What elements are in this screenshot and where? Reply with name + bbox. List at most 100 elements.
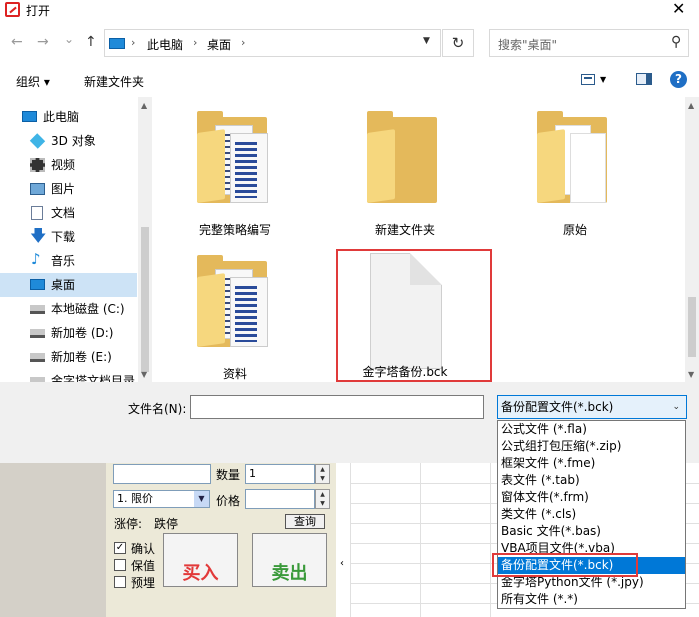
filename-label: 文件名(N):: [128, 402, 187, 416]
preview-pane-icon[interactable]: [636, 73, 652, 85]
filetype-option[interactable]: 公式文件 (*.fla): [498, 421, 685, 438]
sidebar-label: 金字塔文档目录: [51, 374, 136, 382]
sidebar-item-pictures[interactable]: 图片: [0, 177, 137, 201]
filetype-selected-value: 备份配置文件(*.bck): [501, 400, 614, 414]
sell-button[interactable]: 卖出: [252, 533, 327, 587]
sidebar-item-drive-d[interactable]: 新加卷 (D:): [0, 321, 137, 345]
address-bar[interactable]: › 此电脑 › 桌面 › ▼: [104, 29, 441, 57]
sidebar-scrollbar[interactable]: ▲ ▼: [138, 97, 152, 382]
grid-line: [490, 463, 491, 617]
chevron-down-icon[interactable]: ▼: [423, 36, 430, 46]
app-icon: [5, 2, 20, 17]
filetype-option[interactable]: 表文件 (*.tab): [498, 472, 685, 489]
close-icon[interactable]: ✕: [672, 0, 685, 18]
sidebar-item-drive-e[interactable]: 新加卷 (E:): [0, 345, 137, 369]
filetype-option[interactable]: Basic 文件(*.bas): [498, 523, 685, 540]
preorder-label: 预埋: [131, 576, 156, 590]
forward-arrow-icon[interactable]: →: [37, 34, 49, 50]
chevron-down-icon[interactable]: ▼: [600, 75, 606, 84]
file-name: 资料: [222, 367, 247, 381]
sidebar-label: 本地磁盘 (C:): [51, 302, 125, 316]
recent-locations-icon[interactable]: ⌄: [64, 32, 74, 46]
window-title: 打开: [26, 4, 51, 18]
file-name: 原始: [562, 223, 587, 237]
sidebar-label: 新加卷 (D:): [51, 326, 114, 340]
filetype-option[interactable]: 框架文件 (*.fme): [498, 455, 685, 472]
filetype-option[interactable]: 类文件 (*.cls): [498, 506, 685, 523]
scroll-thumb[interactable]: [688, 297, 696, 357]
chevron-down-icon: ⌄: [672, 402, 680, 412]
hedge-checkbox[interactable]: [114, 559, 126, 571]
folder-item[interactable]: 原始: [492, 97, 658, 237]
symbol-field[interactable]: [113, 464, 211, 484]
breadcrumb-desktop[interactable]: 桌面: [207, 36, 231, 53]
cube-icon: [29, 133, 46, 149]
price-spinner[interactable]: ▲ ▼: [315, 489, 330, 509]
sidebar-label: 文档: [51, 206, 76, 220]
left-strip: [0, 463, 106, 617]
filetype-option[interactable]: 所有文件 (*.*): [498, 591, 685, 608]
quantity-spinner[interactable]: ▲ ▼: [315, 464, 330, 484]
collapse-arrow-icon[interactable]: ‹: [340, 558, 344, 569]
sidebar-item-downloads[interactable]: 🡇 下载: [0, 225, 137, 249]
refresh-button[interactable]: ↻: [442, 29, 474, 57]
order-type-select[interactable]: 1. 限价 ▼: [113, 490, 210, 508]
up-arrow-icon[interactable]: ↑: [85, 34, 97, 50]
organize-button[interactable]: 组织 ▾: [16, 73, 50, 90]
query-button[interactable]: 查询: [285, 514, 325, 529]
scroll-up-icon[interactable]: ▲: [688, 101, 694, 110]
back-arrow-icon[interactable]: ←: [11, 34, 23, 50]
file-list-scrollbar[interactable]: ▲ ▼: [685, 97, 699, 382]
screen: 数量 1 ▲ ▼ 1. 限价 ▼ 价格 ▲ ▼ 涨停: 跌停 查询 ✓ 确认 保值 预…: [0, 0, 699, 617]
preorder-checkbox[interactable]: [114, 576, 126, 588]
limit-down-label: 跌停: [154, 517, 179, 531]
sidebar-item-desktop[interactable]: 桌面: [0, 273, 137, 297]
sidebar-label: 音乐: [51, 254, 76, 268]
scroll-thumb[interactable]: [141, 227, 149, 372]
sidebar-item-videos[interactable]: 视频: [0, 153, 137, 177]
breadcrumb-separator: ›: [131, 36, 136, 49]
search-input[interactable]: 搜索"桌面" ⚲: [489, 29, 689, 57]
file-name: 完整策略编写: [198, 223, 271, 237]
help-icon[interactable]: ?: [670, 71, 687, 88]
drive-icon: [30, 353, 45, 362]
new-folder-button[interactable]: 新建文件夹: [84, 73, 144, 90]
limit-up-label: 涨停:: [114, 517, 143, 531]
confirm-checkbox[interactable]: ✓: [114, 542, 126, 554]
grid-line: [350, 463, 351, 617]
sidebar-item-pyramid-docs[interactable]: 金字塔文档目录: [0, 369, 137, 382]
filetype-option[interactable]: 窗体文件(*.frm): [498, 489, 685, 506]
title-bar: 打开 ✕: [0, 0, 699, 22]
sidebar-label: 此电脑: [43, 110, 80, 124]
folder-item[interactable]: 完整策略编写: [152, 97, 318, 237]
view-options-icon[interactable]: [581, 74, 595, 85]
grid-line: [420, 463, 421, 617]
picture-icon: [30, 183, 45, 195]
pc-icon: [22, 111, 37, 122]
price-input[interactable]: [245, 489, 315, 509]
breadcrumb-this-pc[interactable]: 此电脑: [147, 36, 183, 53]
open-file-dialog: 打开 ✕ ← → ⌄ ↑ › 此电脑 › 桌面 › ▼ ↻ 搜索"桌面" ⚲ 组…: [0, 0, 699, 463]
filetype-option[interactable]: 公式组打包压缩(*.zip): [498, 438, 685, 455]
scroll-up-icon[interactable]: ▲: [141, 101, 147, 110]
sidebar-item-this-pc[interactable]: 此电脑: [0, 105, 137, 129]
sidebar-label: 3D 对象: [51, 134, 96, 148]
sidebar-item-music[interactable]: ♪ 音乐: [0, 249, 137, 273]
sidebar-item-3d-objects[interactable]: 3D 对象: [0, 129, 137, 153]
buy-button[interactable]: 买入: [163, 533, 238, 587]
folder-front: [537, 129, 565, 203]
scroll-down-icon[interactable]: ▼: [688, 370, 694, 379]
command-bar: 组织 ▾ 新建文件夹 ▼ ?: [0, 63, 699, 97]
folder-item[interactable]: 资料: [152, 241, 318, 381]
scroll-down-icon[interactable]: ▼: [141, 370, 147, 379]
sidebar-label: 视频: [51, 158, 76, 172]
filetype-select[interactable]: 备份配置文件(*.bck) ⌄: [497, 395, 687, 419]
sidebar-item-drive-c[interactable]: 本地磁盘 (C:): [0, 297, 137, 321]
document-icon: [230, 133, 268, 203]
doc-lines: [235, 286, 257, 342]
filename-input[interactable]: ⌄: [190, 395, 670, 419]
quantity-input[interactable]: 1: [245, 464, 315, 484]
sidebar-item-documents[interactable]: 文档: [0, 201, 137, 225]
order-type-value: 1. 限价: [117, 492, 153, 505]
folder-item[interactable]: 新建文件夹: [322, 97, 488, 237]
